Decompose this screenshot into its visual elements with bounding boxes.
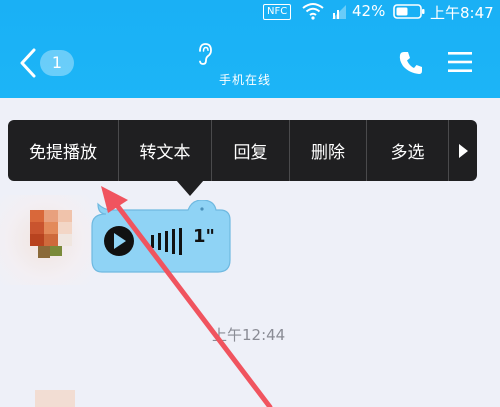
wifi-icon: [302, 3, 324, 20]
timestamp-divider: 上午12:44: [212, 326, 286, 344]
menu-item-multi-select[interactable]: 多选: [367, 120, 449, 181]
menu-item-delete[interactable]: 删除: [290, 120, 367, 181]
battery-percent: 42%: [352, 2, 386, 20]
status-bar: NFC 42% 上午8:47: [0, 0, 500, 24]
voice-duration: 1": [193, 226, 215, 247]
online-status: 手机在线: [219, 73, 272, 87]
unread-count-badge[interactable]: 1: [40, 50, 74, 76]
avatar-partial: [35, 390, 75, 407]
phone-icon[interactable]: [398, 50, 424, 76]
triangle-right-icon: [459, 143, 468, 158]
play-icon[interactable]: [104, 226, 134, 256]
menu-item-to-text[interactable]: 转文本: [119, 120, 212, 181]
menu-icon[interactable]: [447, 50, 473, 74]
chat-header: NFC 42% 上午8:47 1 手机在线: [0, 0, 500, 98]
message-context-menu: 免提播放 转文本 回复 删除 多选: [8, 120, 477, 181]
menu-more-button[interactable]: [449, 120, 477, 181]
avatar[interactable]: [30, 210, 74, 260]
battery-icon: [393, 4, 425, 19]
menu-item-speaker-play[interactable]: 免提播放: [8, 120, 119, 181]
signal-icon: [332, 5, 346, 19]
menu-pointer: [176, 180, 204, 196]
status-time: 上午8:47: [430, 4, 494, 22]
menu-item-reply[interactable]: 回复: [212, 120, 290, 181]
chevron-left-icon: [20, 48, 36, 78]
ear-icon: [199, 43, 212, 65]
nfc-indicator: NFC: [263, 4, 292, 20]
